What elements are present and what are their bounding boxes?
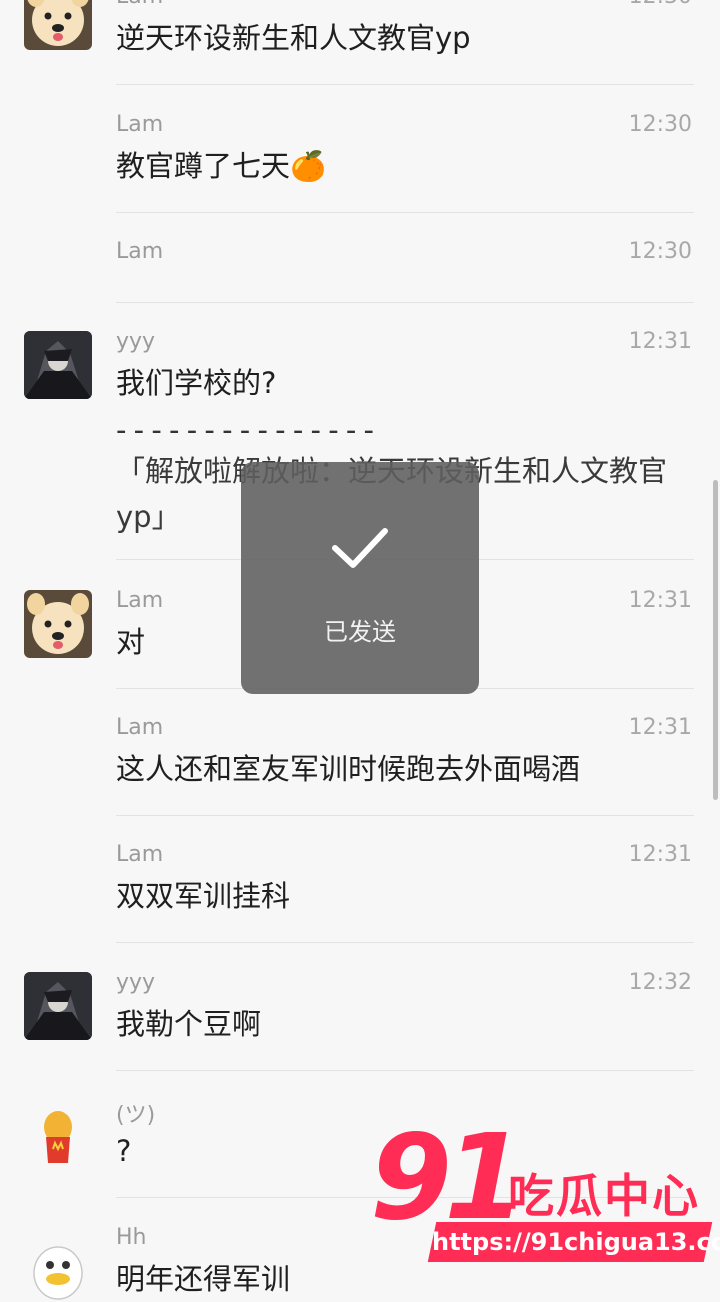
avatar-dog[interactable] [24,0,92,50]
message-time: 12:30 [628,239,692,264]
sender-name: (ツ) [116,1103,156,1128]
message-text[interactable]: 明年还得军训 [116,1256,680,1302]
watermark-title: 吃瓜中心 [508,1169,700,1223]
dog-icon [24,590,92,658]
avatar-dog[interactable] [24,590,92,658]
sender-name: Lam [116,715,164,740]
message-divider [116,1070,694,1071]
avatar-duck[interactable] [24,1233,92,1301]
message-time: 12:31 [628,842,692,867]
message-divider [116,212,694,213]
message-time: 12:30 [628,112,692,137]
message-text[interactable]: 双双军训挂科 [116,873,680,919]
sender-name: Lam [116,239,164,264]
message-divider [116,815,694,816]
message-text[interactable]: 我们学校的? [116,360,680,406]
anime-character-icon [24,972,92,1040]
message-time: 12:30 [629,0,692,9]
message-divider [116,942,694,943]
scrollbar[interactable] [713,480,718,800]
message-time: 12:31 [628,715,692,740]
message-text[interactable]: 这人还和室友军训时候跑去外面喝酒 [116,746,680,792]
dog-icon [24,0,92,50]
message-text[interactable]: 我勒个豆啊 [116,1001,680,1047]
toast-label: 已发送 [324,618,396,646]
message-time: 12:31 [628,329,692,354]
sender-name: yyy [116,970,156,995]
avatar-anime[interactable] [24,331,92,399]
message-divider [116,84,694,85]
message-divider [116,302,694,303]
quote-divider: - - - - - - - - - - - - - - - [116,413,374,447]
message-text[interactable]: 逆天环设新生和人文教官yp [116,15,680,61]
anime-character-icon [24,331,92,399]
duck-icon [24,1233,92,1301]
sender-name: yyy [116,329,156,354]
message-time: 12:31 [628,588,692,613]
avatar-anime[interactable] [24,972,92,1040]
sender-name: Lam [116,112,164,137]
message-time: 12:32 [628,970,692,995]
sender-name: Hh [116,1225,147,1250]
avatar-fries[interactable] [24,1099,92,1167]
sent-toast: 已发送 [241,462,479,694]
fries-icon [24,1099,92,1167]
sender-name: Lam [116,842,164,867]
message-text[interactable]: 教官蹲了七天🍊 [116,143,680,189]
watermark-url: https://91chigua13.com [427,1222,720,1262]
watermark-number: 91 [370,1108,526,1246]
sender-name: Lam [116,0,163,9]
watermark-url-text: https://91chigua13.com [432,1228,720,1256]
checkmark-icon [332,528,388,568]
sender-name: Lam [116,588,164,613]
